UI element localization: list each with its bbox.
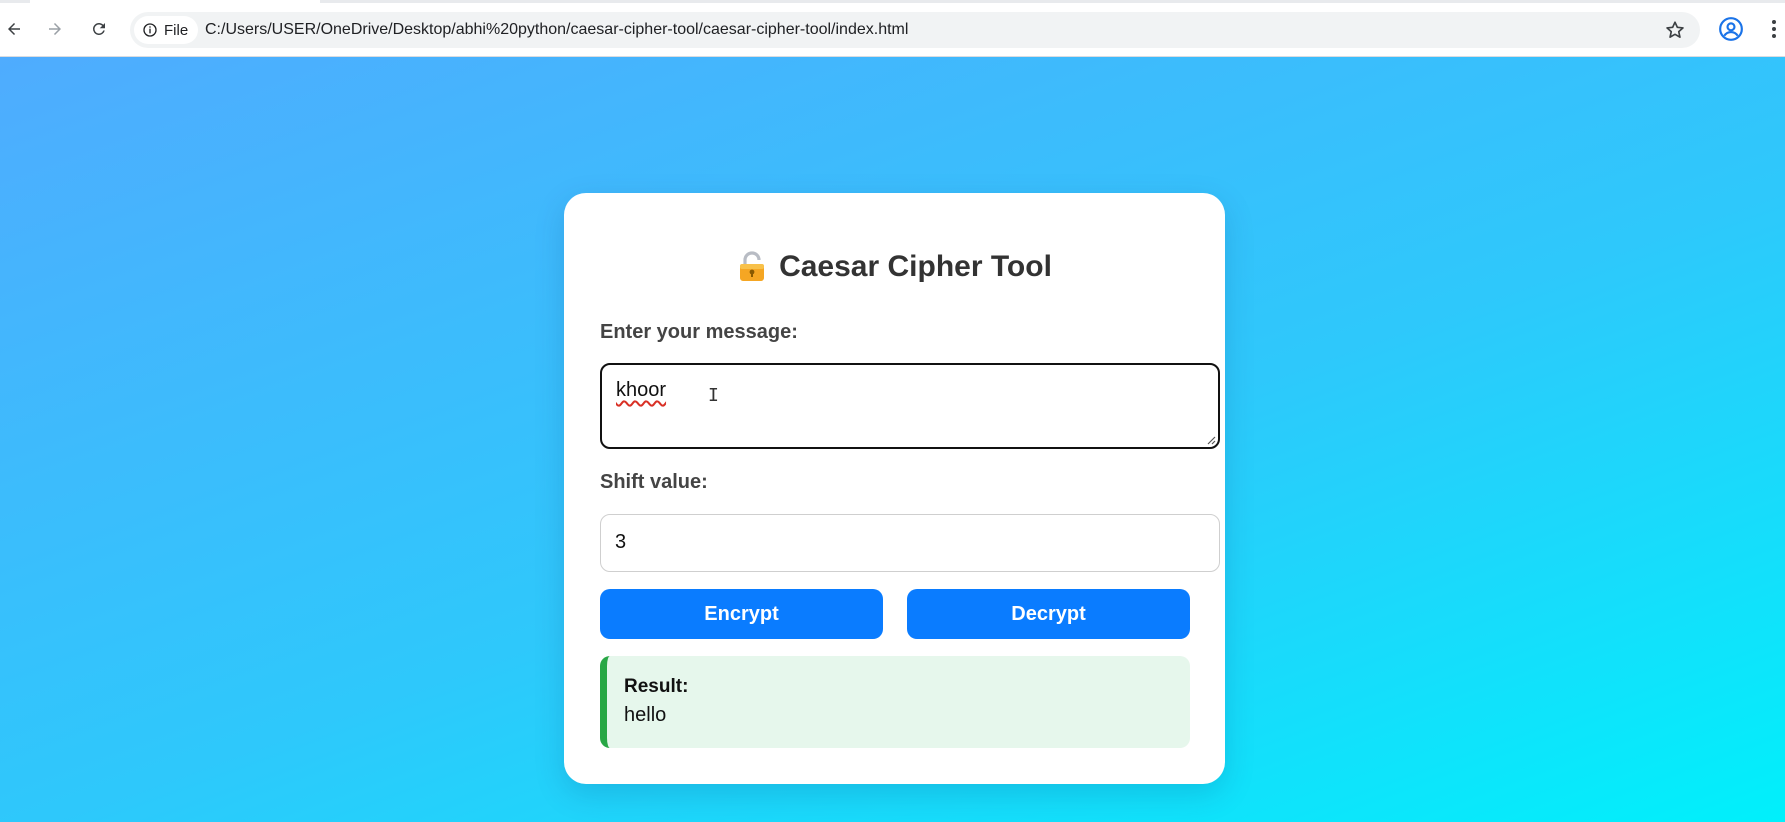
message-text: khoor <box>616 379 667 401</box>
page-title: Caesar Cipher Tool <box>564 250 1225 284</box>
decrypt-button[interactable]: Decrypt <box>907 589 1190 639</box>
cipher-card: Caesar Cipher Tool Enter your message: k… <box>564 193 1225 784</box>
shift-label: Shift value: <box>600 471 708 493</box>
resize-handle-icon[interactable] <box>1206 435 1216 445</box>
message-textarea[interactable]: khoor I <box>600 363 1220 449</box>
site-info-chip[interactable]: File <box>134 16 199 44</box>
message-label: Enter your message: <box>600 321 798 343</box>
shift-input[interactable]: 3 <box>600 514 1220 572</box>
encrypt-button[interactable]: Encrypt <box>600 589 883 639</box>
star-icon[interactable] <box>1664 19 1686 41</box>
text-cursor-icon: I <box>708 385 719 406</box>
url-text[interactable]: C:/Users/USER/OneDrive/Desktop/abhi%20py… <box>205 12 908 48</box>
tab-strip <box>0 0 1785 3</box>
page-title-text: Caesar Cipher Tool <box>779 250 1052 283</box>
profile-icon[interactable] <box>1718 16 1744 42</box>
site-chip-label: File <box>164 21 189 39</box>
address-bar[interactable]: File C:/Users/USER/OneDrive/Desktop/abhi… <box>130 12 1700 48</box>
result-value: hello <box>624 704 667 726</box>
lock-icon <box>740 251 765 281</box>
forward-arrow-icon[interactable] <box>38 12 72 46</box>
reload-icon[interactable] <box>82 12 116 46</box>
page-viewport: Caesar Cipher Tool Enter your message: k… <box>0 57 1785 822</box>
more-vert-icon[interactable] <box>1768 16 1780 42</box>
result-label: Result: <box>624 676 689 697</box>
active-tab[interactable] <box>30 0 320 3</box>
result-panel: Result: hello <box>600 656 1190 748</box>
browser-toolbar: File C:/Users/USER/OneDrive/Desktop/abhi… <box>0 0 1785 57</box>
back-arrow-icon[interactable] <box>0 12 31 46</box>
info-icon <box>143 23 157 37</box>
